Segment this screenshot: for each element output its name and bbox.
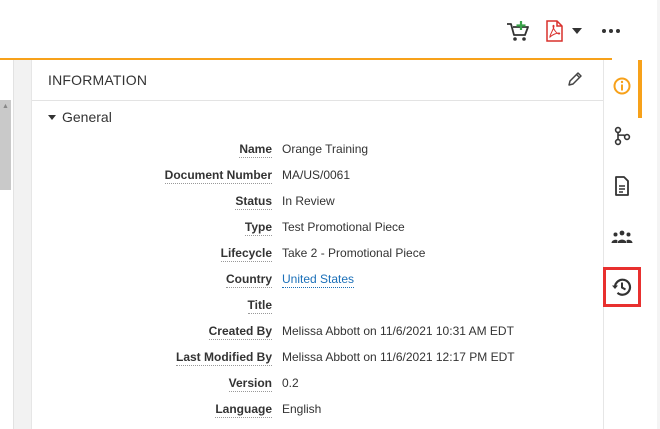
field-value: English <box>282 402 322 416</box>
field-label: Lifecycle <box>220 246 272 262</box>
pencil-icon <box>568 72 582 86</box>
field-label: Name <box>239 142 272 158</box>
field-value: MA/US/0061 <box>282 168 351 182</box>
field-value: Take 2 - Promotional Piece <box>282 246 426 260</box>
field-row-last-modified-by: Last Modified By Melissa Abbott on 11/6/… <box>32 349 603 375</box>
field-value: Melissa Abbott on 11/6/2021 12:17 PM EDT <box>282 350 515 364</box>
field-row-lifecycle: Lifecycle Take 2 - Promotional Piece <box>32 245 603 271</box>
field-value: 0.2 <box>282 376 299 390</box>
pdf-dropdown-button[interactable] <box>570 25 584 37</box>
field-value: Orange Training <box>282 142 369 156</box>
field-value: In Review <box>282 194 335 208</box>
field-row-document-number: Document Number MA/US/0061 <box>32 167 603 193</box>
info-icon <box>613 77 631 95</box>
more-options-button[interactable] <box>600 22 622 40</box>
field-label: Language <box>215 402 272 418</box>
add-to-cart-icon <box>507 21 529 41</box>
field-label: Document Number <box>164 168 272 184</box>
top-toolbar <box>0 0 660 58</box>
field-label: Last Modified By <box>175 350 272 366</box>
field-row-title: Title <box>32 297 603 323</box>
field-label: Status <box>235 194 272 210</box>
caret-down-icon <box>48 114 56 120</box>
general-section-toggle[interactable]: General <box>48 109 112 125</box>
field-value: Test Promotional Piece <box>282 220 405 234</box>
scroll-up-arrow-icon[interactable]: ▲ <box>2 103 9 110</box>
field-row-created-by: Created By Melissa Abbott on 11/6/2021 1… <box>32 323 603 349</box>
field-value: Melissa Abbott on 11/6/2021 10:31 AM EDT <box>282 324 514 338</box>
sidebar-item-workflow[interactable] <box>604 118 640 154</box>
users-icon <box>611 230 633 243</box>
field-row-status: Status In Review <box>32 193 603 219</box>
add-to-cart-button[interactable] <box>504 18 532 44</box>
left-scrollbar[interactable] <box>0 100 11 190</box>
field-row-country: Country United States <box>32 271 603 297</box>
sidebar-item-history[interactable] <box>603 267 641 307</box>
field-label: Country <box>226 272 272 288</box>
field-label: Created By <box>208 324 272 340</box>
country-link[interactable]: United States <box>282 271 355 288</box>
pdf-icon <box>546 20 563 42</box>
field-row-type: Type Test Promotional Piece <box>32 219 603 245</box>
sidebar-item-info[interactable] <box>604 68 640 104</box>
chevron-down-icon <box>572 28 582 34</box>
panel-header: INFORMATION <box>32 60 603 101</box>
panel-title: INFORMATION <box>48 72 148 88</box>
more-options-icon <box>602 29 620 33</box>
field-label: Title <box>247 298 272 314</box>
field-row-name: Name Orange Training <box>32 141 603 167</box>
field-row-language: Language English <box>32 401 603 427</box>
field-row-version: Version 0.2 <box>32 375 603 401</box>
document-icon <box>615 176 629 196</box>
field-label: Version <box>228 376 272 392</box>
workflow-icon <box>614 126 631 146</box>
edit-button[interactable] <box>567 71 585 89</box>
sidebar-item-document[interactable] <box>604 168 640 204</box>
pdf-download-button[interactable] <box>543 18 565 44</box>
sidebar-item-users[interactable] <box>604 219 640 255</box>
pane-gutter <box>14 60 31 429</box>
information-panel: INFORMATION General Name Orange Training… <box>31 60 604 429</box>
field-label: Type <box>244 220 272 236</box>
section-label: General <box>62 109 112 125</box>
history-icon <box>612 278 632 296</box>
